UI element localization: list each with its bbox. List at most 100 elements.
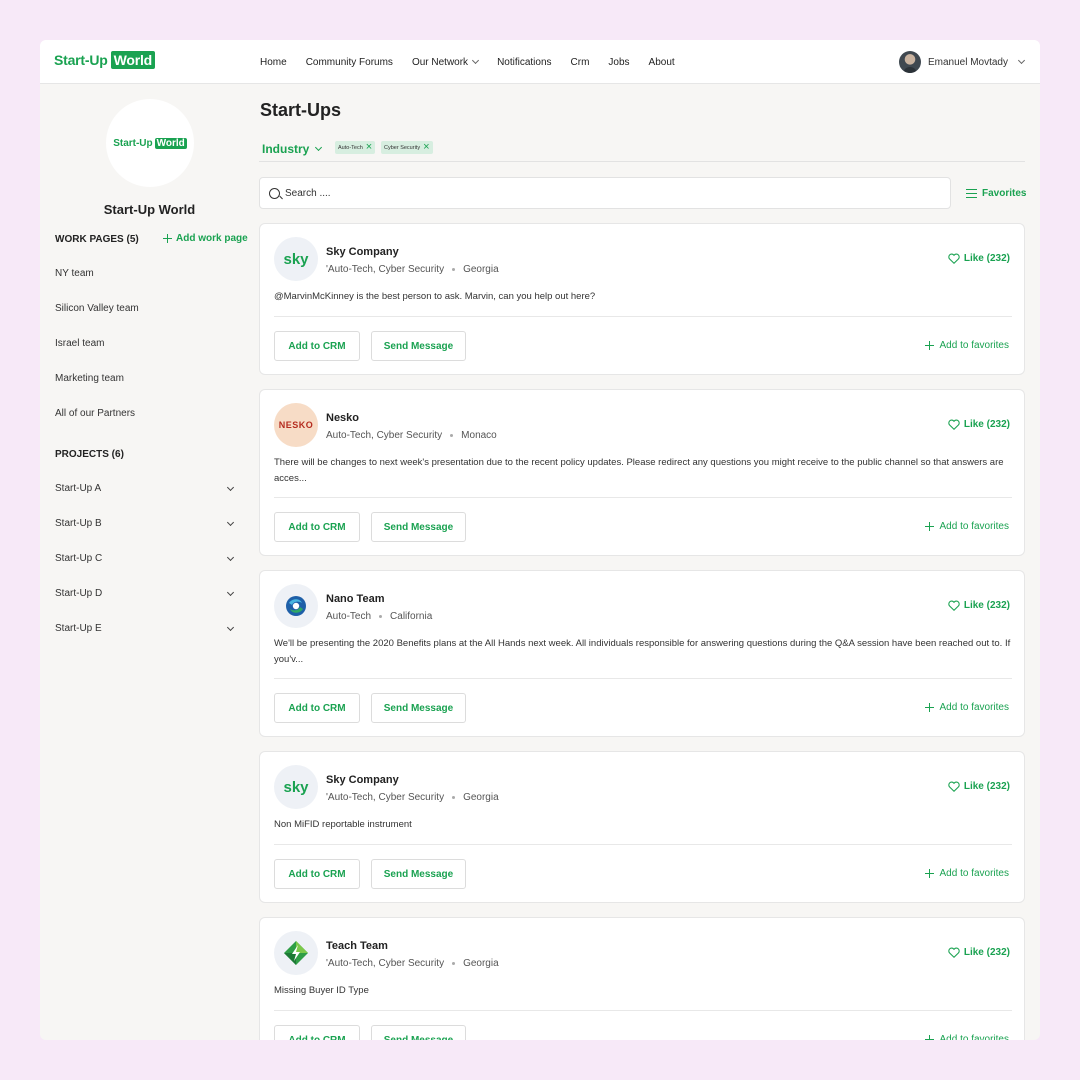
company-name[interactable]: Teach Team xyxy=(326,940,388,952)
add-to-crm-button[interactable]: Add to CRM xyxy=(274,331,360,361)
sidebar-item-ny-team[interactable]: NY team xyxy=(55,268,94,279)
card-description: Non MiFID reportable instrument xyxy=(274,819,412,830)
chevron-down-icon xyxy=(472,56,480,65)
org-logo-text: Start-Up xyxy=(113,137,153,149)
company-name[interactable]: Nano Team xyxy=(326,593,384,605)
divider xyxy=(274,497,1012,498)
separator-dot xyxy=(452,796,456,799)
company-meta: 'Auto-Tech, Cyber Security Georgia xyxy=(326,264,499,275)
filter-chip-auto-tech: Auto-Tech × xyxy=(335,141,376,154)
search-box xyxy=(259,177,951,209)
nav-notifications[interactable]: Notifications xyxy=(497,57,551,68)
send-message-button[interactable]: Send Message xyxy=(371,1025,466,1040)
chevron-down-icon xyxy=(226,518,235,526)
search-input[interactable] xyxy=(285,187,885,199)
close-icon[interactable]: × xyxy=(423,142,429,153)
nano-team-logo-icon xyxy=(286,596,306,616)
add-to-crm-button[interactable]: Add to CRM xyxy=(274,512,360,542)
list-icon xyxy=(966,189,977,198)
company-name[interactable]: Sky Company xyxy=(326,246,399,258)
filter-bar: Industry Auto-Tech × Cyber Security × xyxy=(259,136,1025,162)
search-icon xyxy=(269,187,280,199)
company-industry: 'Auto-Tech, Cyber Security xyxy=(326,792,445,803)
nav-crm[interactable]: Crm xyxy=(571,57,590,68)
nav-our-network[interactable]: Our Network xyxy=(412,56,480,68)
add-to-favorites-label: Add to favorites xyxy=(939,1034,1009,1040)
sidebar-project-c[interactable]: Start-Up C xyxy=(55,553,235,564)
sidebar-item-all-partners[interactable]: All of our Partners xyxy=(55,408,135,419)
sidebar-project-a[interactable]: Start-Up A xyxy=(55,483,235,494)
favorites-button[interactable]: Favorites xyxy=(966,188,1026,199)
add-to-favorites-button[interactable]: Add to favorites xyxy=(924,1034,1009,1040)
sidebar-item-israel-team[interactable]: Israel team xyxy=(55,338,104,349)
sidebar-item-marketing-team[interactable]: Marketing team xyxy=(55,373,124,384)
company-logo-text: NESKO xyxy=(278,420,314,430)
plus-icon xyxy=(924,1035,934,1040)
startup-card: Teach Team 'Auto-Tech, Cyber Security Ge… xyxy=(259,917,1025,1040)
company-meta: Auto-Tech, Cyber Security Monaco xyxy=(326,430,497,441)
user-name: Emanuel Movtady xyxy=(927,56,1008,68)
company-logo: sky xyxy=(274,765,318,809)
add-to-favorites-button[interactable]: Add to favorites xyxy=(924,868,1009,879)
sidebar-project-b[interactable]: Start-Up B xyxy=(55,518,235,529)
like-button[interactable]: Like (232) xyxy=(948,781,1010,792)
company-meta: Auto-Tech California xyxy=(326,611,432,622)
add-to-favorites-button[interactable]: Add to favorites xyxy=(924,521,1009,532)
user-menu[interactable]: Emanuel Movtady xyxy=(898,51,1026,73)
add-to-favorites-button[interactable]: Add to favorites xyxy=(924,340,1009,351)
add-work-page-button[interactable]: Add work page xyxy=(163,233,248,244)
chevron-down-icon xyxy=(226,483,235,491)
sidebar-project-d[interactable]: Start-Up D xyxy=(55,588,235,599)
brand-logo-text: Start-Up xyxy=(54,52,108,68)
nav-jobs[interactable]: Jobs xyxy=(608,57,629,68)
brand-logo-boxed: World xyxy=(110,51,156,69)
startup-card: sky Sky Company 'Auto-Tech, Cyber Securi… xyxy=(259,751,1025,903)
project-label: Start-Up E xyxy=(55,623,102,634)
send-message-button[interactable]: Send Message xyxy=(371,512,466,542)
like-button[interactable]: Like (232) xyxy=(948,600,1010,611)
industry-filter-dropdown[interactable]: Industry xyxy=(262,142,323,156)
like-button[interactable]: Like (232) xyxy=(948,419,1010,430)
heart-icon xyxy=(948,781,960,792)
company-location: Georgia xyxy=(463,958,499,969)
close-icon[interactable]: × xyxy=(366,142,372,153)
company-location: Georgia xyxy=(463,792,499,803)
like-label: Like (232) xyxy=(963,947,1010,958)
send-message-button[interactable]: Send Message xyxy=(371,331,466,361)
add-work-page-label: Add work page xyxy=(176,233,248,244)
add-to-crm-button[interactable]: Add to CRM xyxy=(274,693,360,723)
separator-dot xyxy=(379,615,383,618)
add-to-crm-button[interactable]: Add to CRM xyxy=(274,1025,360,1040)
divider xyxy=(274,316,1012,317)
like-label: Like (232) xyxy=(963,781,1010,792)
add-to-favorites-label: Add to favorites xyxy=(939,521,1009,532)
company-name[interactable]: Nesko xyxy=(326,412,359,424)
separator-dot xyxy=(452,962,456,965)
page-title: Start-Ups xyxy=(260,100,342,120)
company-name[interactable]: Sky Company xyxy=(326,774,399,786)
add-to-crm-button[interactable]: Add to CRM xyxy=(274,859,360,889)
nav-home[interactable]: Home xyxy=(260,57,287,68)
send-message-button[interactable]: Send Message xyxy=(371,693,466,723)
chip-label: Cyber Security xyxy=(384,144,421,151)
sidebar-item-silicon-valley-team[interactable]: Silicon Valley team xyxy=(55,303,139,314)
company-location: Georgia xyxy=(463,264,499,275)
send-message-button[interactable]: Send Message xyxy=(371,859,466,889)
sidebar-project-e[interactable]: Start-Up E xyxy=(55,623,235,634)
card-description: We'll be presenting the 2020 Benefits pl… xyxy=(274,638,1011,665)
company-logo xyxy=(274,584,318,628)
chevron-down-icon xyxy=(226,588,235,596)
plus-icon xyxy=(163,234,172,243)
separator-dot xyxy=(452,268,456,271)
top-navbar: Start-Up World Home Community Forums Our… xyxy=(40,40,1040,84)
startup-card: NESKO Nesko Auto-Tech, Cyber Security Mo… xyxy=(259,389,1025,556)
like-button[interactable]: Like (232) xyxy=(948,253,1010,264)
card-description: @MarvinMcKinney is the best person to as… xyxy=(274,291,596,302)
nav-community-forums[interactable]: Community Forums xyxy=(306,57,393,68)
like-button[interactable]: Like (232) xyxy=(948,947,1010,958)
add-to-favorites-button[interactable]: Add to favorites xyxy=(924,702,1009,713)
company-industry: Auto-Tech, Cyber Security xyxy=(326,430,443,441)
company-meta: 'Auto-Tech, Cyber Security Georgia xyxy=(326,792,499,803)
brand-logo[interactable]: Start-Up World xyxy=(54,51,156,69)
nav-about[interactable]: About xyxy=(649,57,675,68)
